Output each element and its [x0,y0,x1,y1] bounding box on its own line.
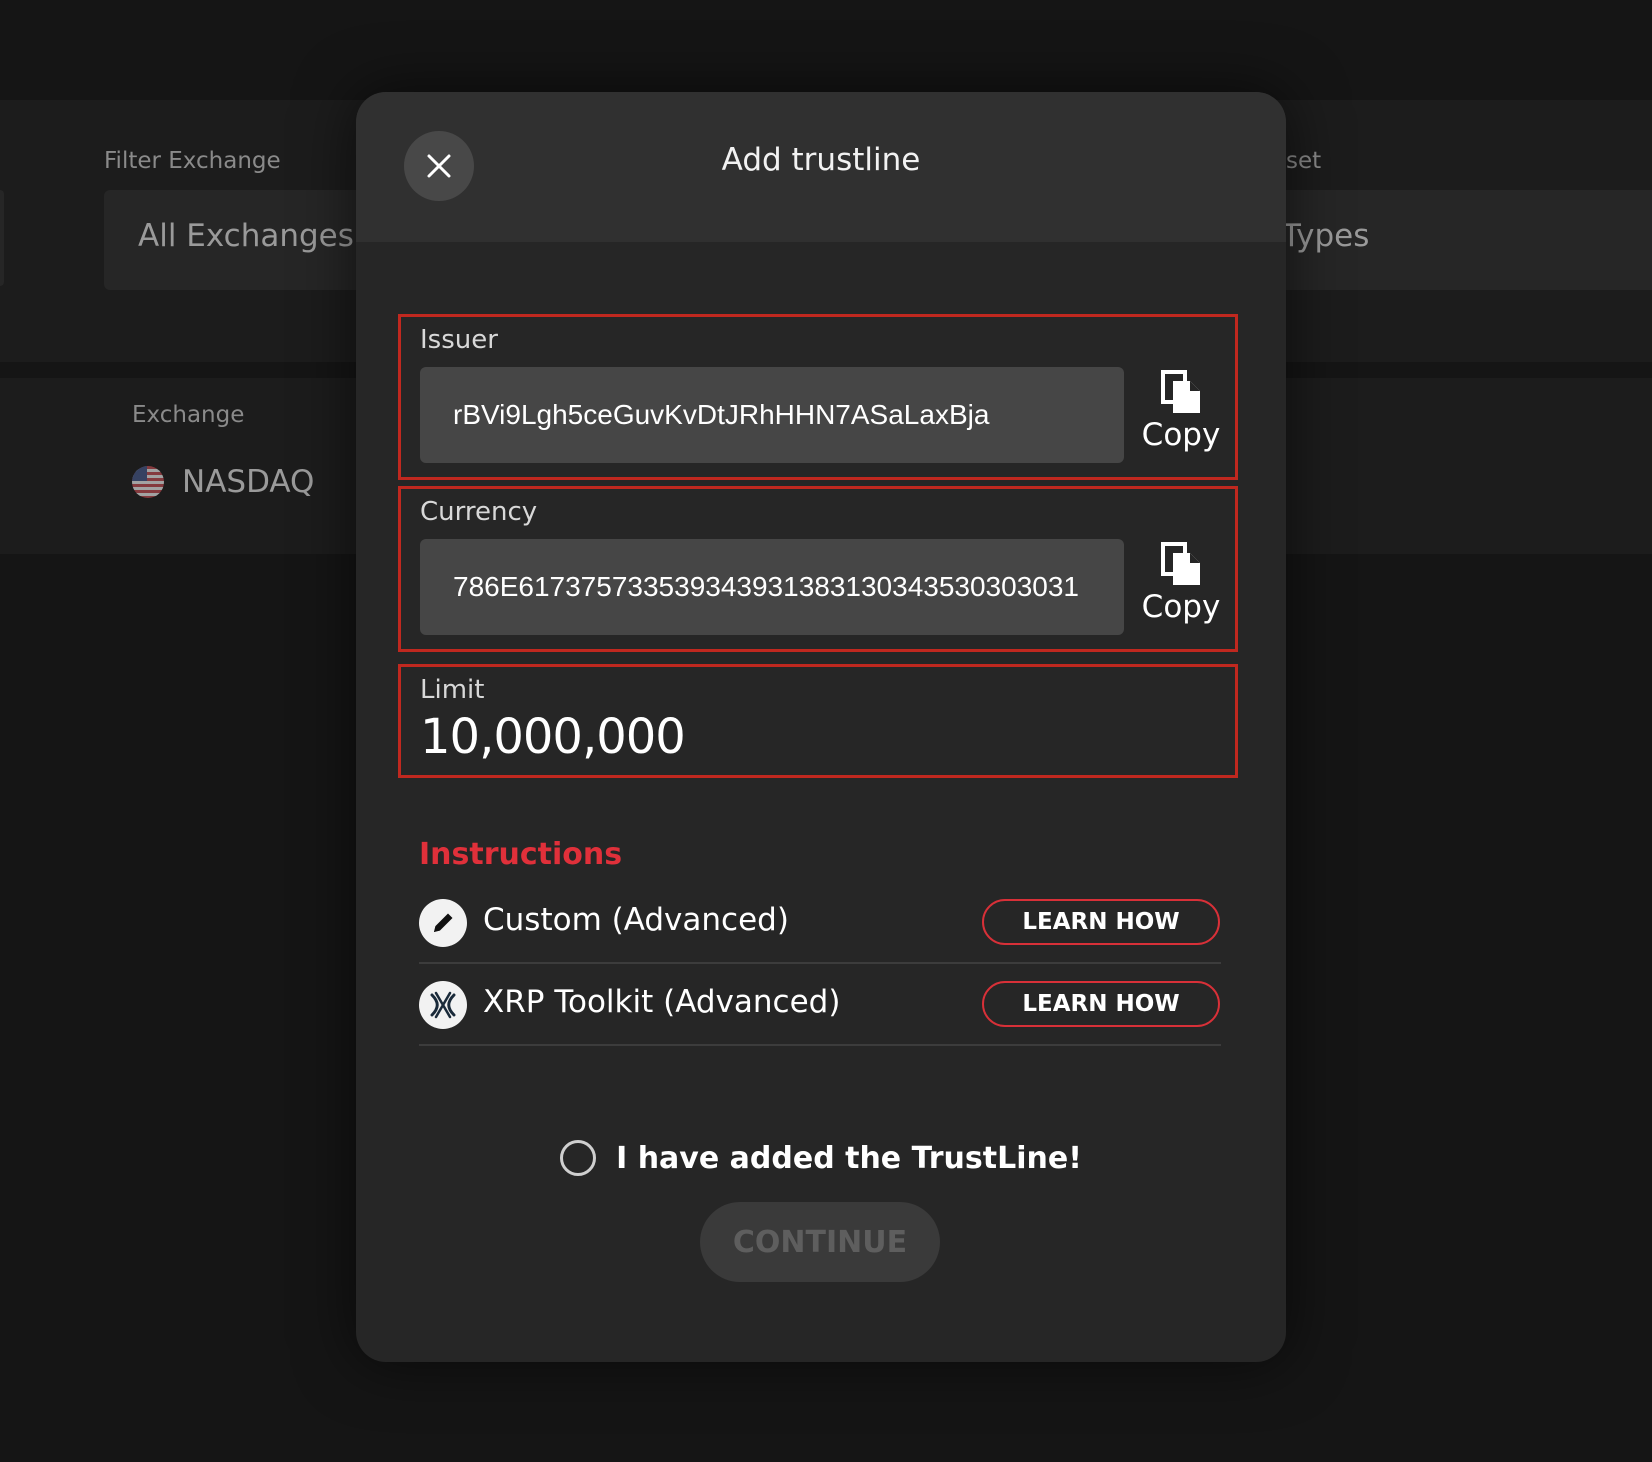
instruction-label: XRP Toolkit (Advanced) [483,984,841,1020]
currency-label: Currency [420,497,538,527]
us-flag-icon [132,466,164,498]
instruction-item-xrp-toolkit: XRP Toolkit (Advanced) LEARN HOW [419,964,1221,1046]
issuer-input[interactable]: rBVi9Lgh5ceGuvKvDtJRhHHN7ASaLaxBja [420,367,1124,463]
copy-label: Copy [1141,417,1221,453]
copy-icon [1161,370,1200,413]
currency-field: Currency 786E617375733539343931383130343… [398,486,1238,652]
trustline-confirm-checkbox[interactable]: I have added the TrustLine! [356,1140,1286,1176]
limit-field: Limit 10,000,000 [398,664,1238,778]
limit-value: 10,000,000 [420,709,686,765]
instructions-heading: Instructions [419,837,623,872]
copy-currency-button[interactable]: Copy [1133,541,1229,637]
left-tab-edge [0,190,4,286]
radio-circle-icon [560,1140,597,1176]
learn-how-xrp-toolkit-button[interactable]: LEARN HOW [982,981,1220,1027]
exchange-name: NASDAQ [182,464,315,500]
filter-asset-value: Types [1282,218,1370,254]
continue-button[interactable]: CONTINUE [700,1202,940,1282]
limit-label: Limit [420,675,485,705]
copy-label: Copy [1141,589,1221,625]
table-header-exchange: Exchange [132,402,245,428]
copy-issuer-button[interactable]: Copy [1133,369,1229,465]
instruction-label: Custom (Advanced) [483,902,789,938]
currency-input[interactable]: 786E617375733539343931383130343530303031 [420,539,1124,635]
learn-how-custom-button[interactable]: LEARN HOW [982,899,1220,945]
issuer-label: Issuer [420,325,498,355]
filter-exchange-value: All Exchanges [138,218,354,254]
pencil-icon [419,899,467,947]
modal-title: Add trustline [721,142,921,178]
filter-asset-label: set [1286,148,1322,174]
table-row[interactable]: NASDAQ [132,464,314,500]
add-trustline-modal: Add trustline Issuer rBVi9Lgh5ceGuvKvDtJ… [356,92,1286,1362]
confirm-label: I have added the TrustLine! [616,1140,1082,1176]
xrp-toolkit-icon [419,981,467,1029]
filter-exchange-label: Filter Exchange [104,148,281,174]
copy-icon [1161,542,1200,585]
instruction-item-custom: Custom (Advanced) LEARN HOW [419,882,1221,964]
issuer-field: Issuer rBVi9Lgh5ceGuvKvDtJRhHHN7ASaLaxBj… [398,314,1238,480]
